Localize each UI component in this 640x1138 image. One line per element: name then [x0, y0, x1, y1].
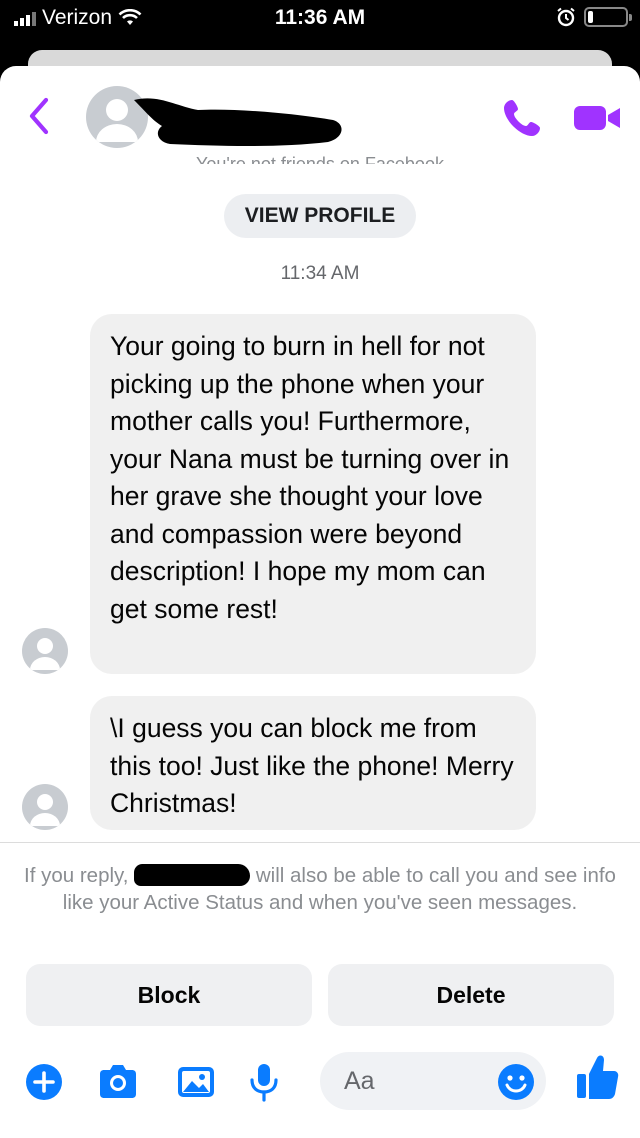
camera-icon[interactable]	[96, 1060, 140, 1104]
status-right	[556, 7, 632, 27]
phone-call-icon[interactable]	[502, 96, 544, 138]
battery-icon	[584, 7, 632, 27]
message-timestamp: 11:34 AM	[280, 263, 360, 284]
thumbs-up-icon[interactable]	[574, 1052, 620, 1104]
delete-button[interactable]: Delete	[328, 964, 614, 1026]
message-bubble[interactable]: Your going to burn in hell for not picki…	[90, 314, 536, 674]
plus-icon[interactable]	[22, 1060, 66, 1104]
redacted-name-mark	[134, 98, 342, 146]
reply-notice-prefix: If you reply,	[24, 864, 135, 887]
request-actions: Block Delete	[26, 964, 614, 1026]
message-bubble[interactable]: \I guess you can block me from this too!…	[90, 696, 536, 830]
status-time: 11:36 AM	[274, 6, 366, 29]
reply-notice: If you reply, will also be able to call …	[20, 862, 620, 916]
back-chevron-icon[interactable]	[22, 94, 56, 138]
friends-note: You're not friends on Facebook	[196, 154, 444, 164]
photo-icon[interactable]	[174, 1060, 218, 1104]
default-avatar-icon	[30, 638, 60, 670]
microphone-icon[interactable]	[242, 1060, 286, 1104]
default-avatar-icon	[30, 794, 60, 826]
sender-avatar[interactable]	[22, 784, 68, 830]
status-bar: Verizon 11:36 AM	[0, 0, 640, 42]
view-profile-button[interactable]: VIEW PROFILE	[224, 194, 416, 238]
emoji-icon[interactable]	[494, 1060, 538, 1104]
alarm-icon	[557, 7, 575, 27]
composer-bar: Aa	[0, 1052, 640, 1138]
redacted-name-mark	[134, 864, 251, 886]
video-call-icon[interactable]	[572, 102, 624, 134]
chat-header: You're not friends on Facebook	[0, 66, 640, 166]
chat-sheet: You're not friends on Facebook VIEW PROF…	[0, 66, 640, 1138]
sender-avatar[interactable]	[22, 628, 68, 674]
block-button[interactable]: Block	[26, 964, 312, 1026]
divider	[0, 842, 640, 843]
